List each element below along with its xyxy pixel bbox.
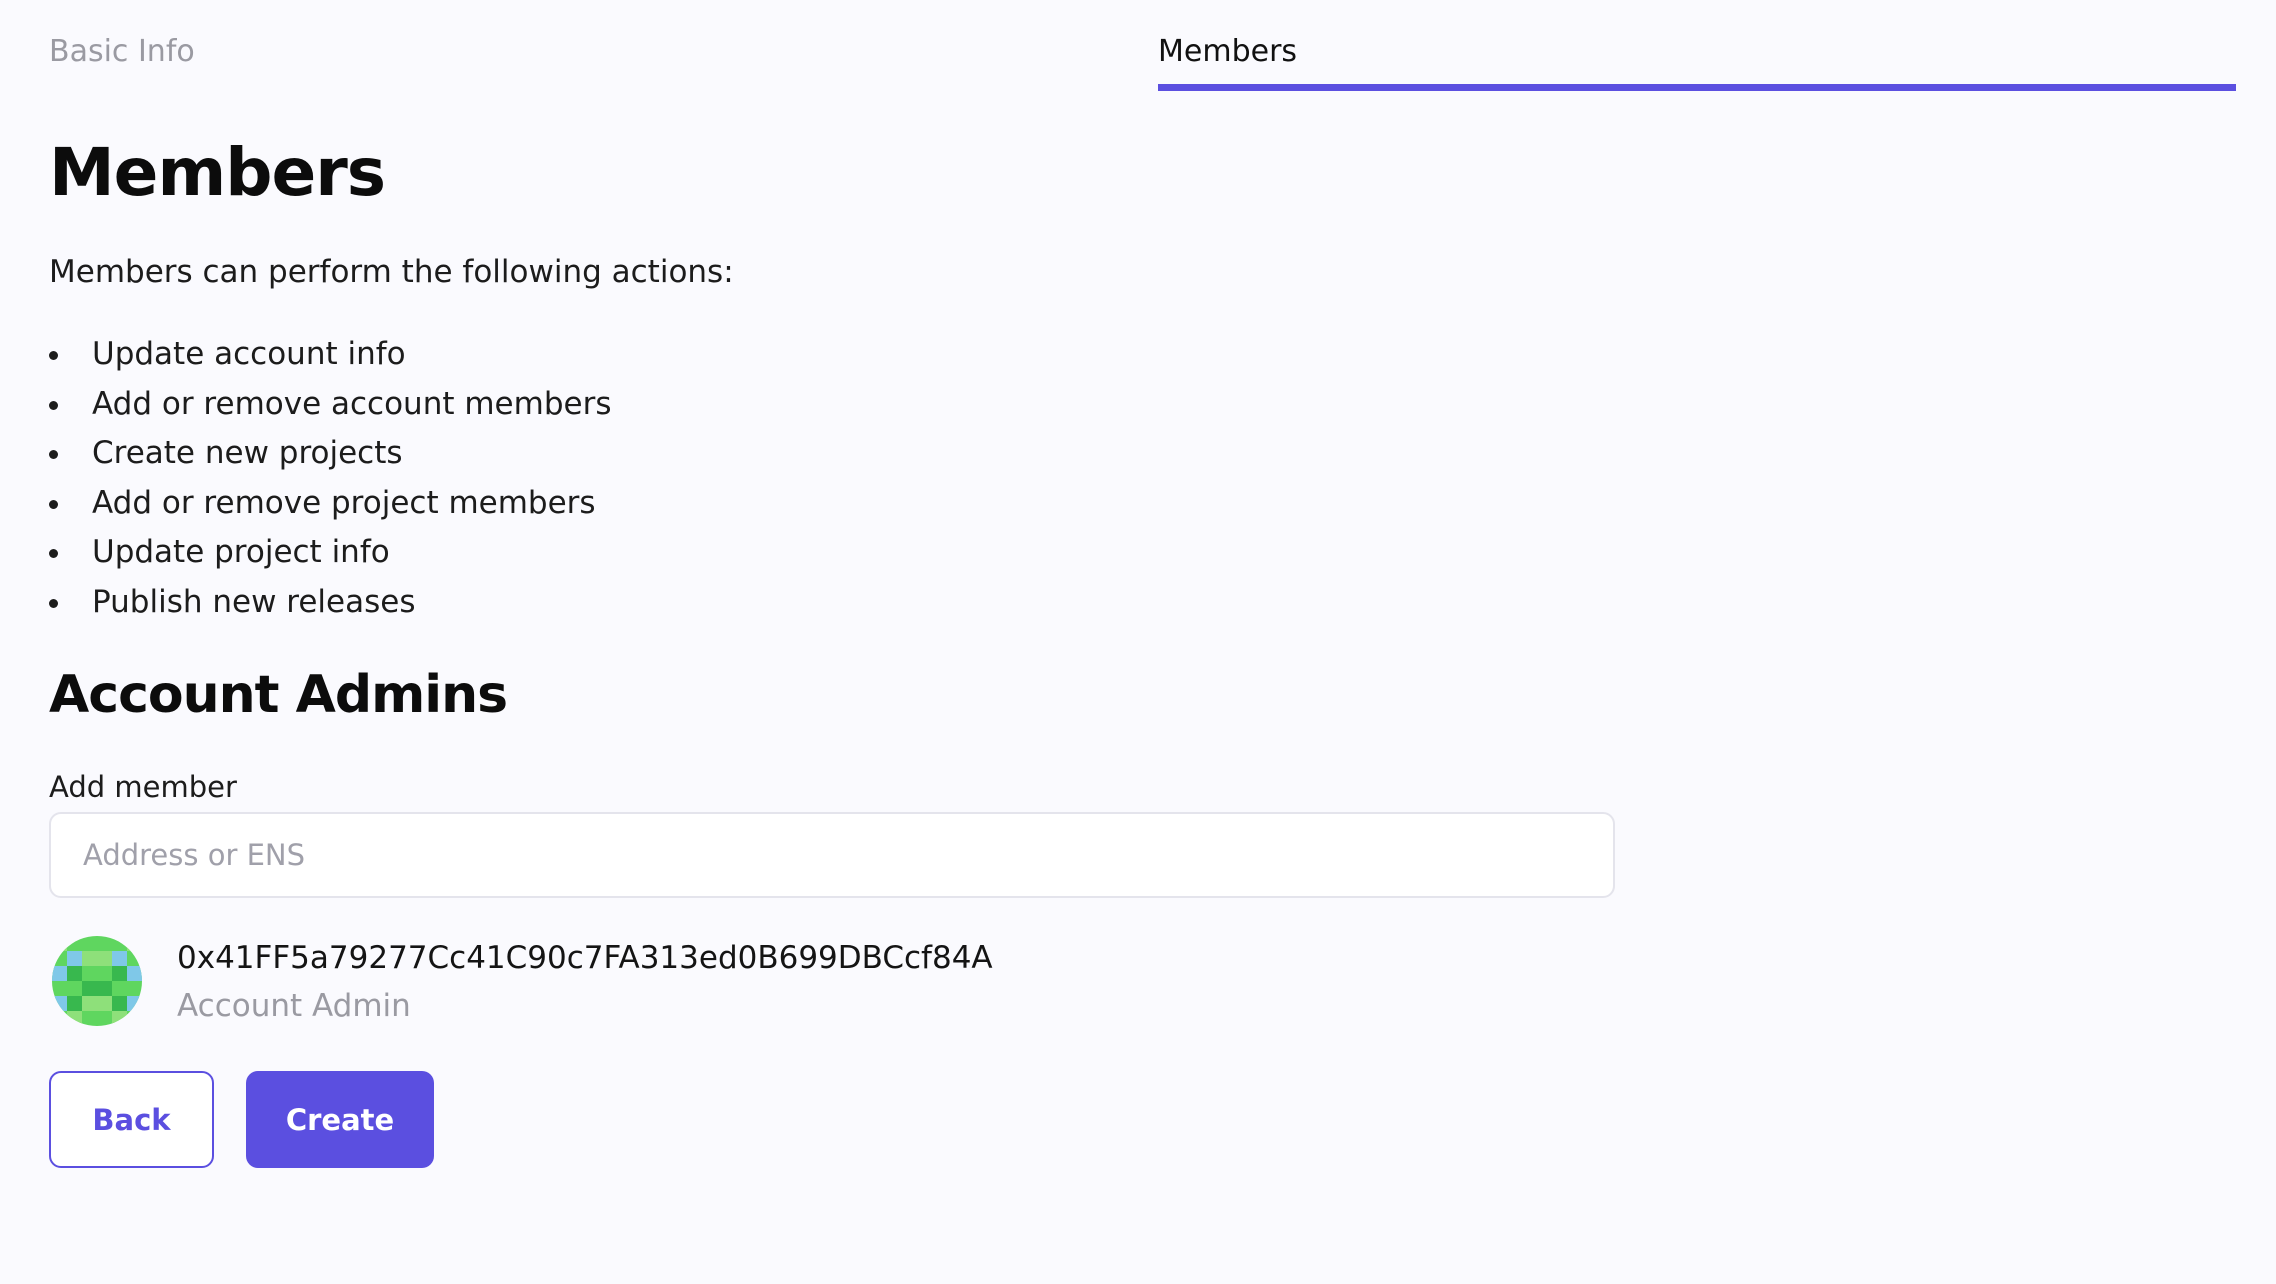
step-tabs: Basic Info Members xyxy=(0,0,2276,100)
tab-members[interactable]: Members xyxy=(1158,28,1297,76)
permission-label: Add or remove account members xyxy=(92,385,612,422)
active-tab-indicator xyxy=(1158,84,2236,91)
permissions-list: Update account info Add or remove accoun… xyxy=(49,330,611,627)
list-item: Update account info xyxy=(49,330,611,380)
member-address: 0x41FF5a79277Cc41C90c7FA313ed0B699DBCcf8… xyxy=(177,940,993,976)
permission-label: Update project info xyxy=(92,534,390,570)
member-row: 0x41FF5a79277Cc41C90c7FA313ed0B699DBCcf8… xyxy=(52,936,1252,1028)
permission-label: Create new projects xyxy=(92,435,403,471)
bullet-icon xyxy=(49,400,58,410)
list-item: Create new projects xyxy=(49,429,611,479)
bullet-icon xyxy=(49,598,58,608)
list-item: Publish new releases xyxy=(49,578,611,628)
member-address-input[interactable] xyxy=(49,812,1615,898)
identicon-svg xyxy=(52,936,142,1026)
list-item: Add or remove account members xyxy=(49,380,611,430)
bullet-icon xyxy=(49,549,58,558)
bullet-icon xyxy=(49,499,58,509)
create-button[interactable]: Create xyxy=(246,1071,434,1168)
add-member-label: Add member xyxy=(49,770,237,804)
page-title: Members xyxy=(49,134,386,211)
bullet-icon xyxy=(49,351,58,360)
permissions-intro: Members can perform the following action… xyxy=(49,254,734,290)
section-title-account-admins: Account Admins xyxy=(49,665,508,725)
permission-label: Update account info xyxy=(92,336,406,372)
permission-label: Add or remove project members xyxy=(92,484,596,521)
permission-label: Publish new releases xyxy=(92,583,416,620)
list-item: Update project info xyxy=(49,528,611,578)
bullet-icon xyxy=(49,450,58,459)
back-button[interactable]: Back xyxy=(49,1071,214,1168)
tab-basic-info[interactable]: Basic Info xyxy=(49,28,195,76)
member-role: Account Admin xyxy=(177,988,411,1024)
list-item: Add or remove project members xyxy=(49,479,611,529)
identicon-avatar-icon xyxy=(52,936,142,1026)
